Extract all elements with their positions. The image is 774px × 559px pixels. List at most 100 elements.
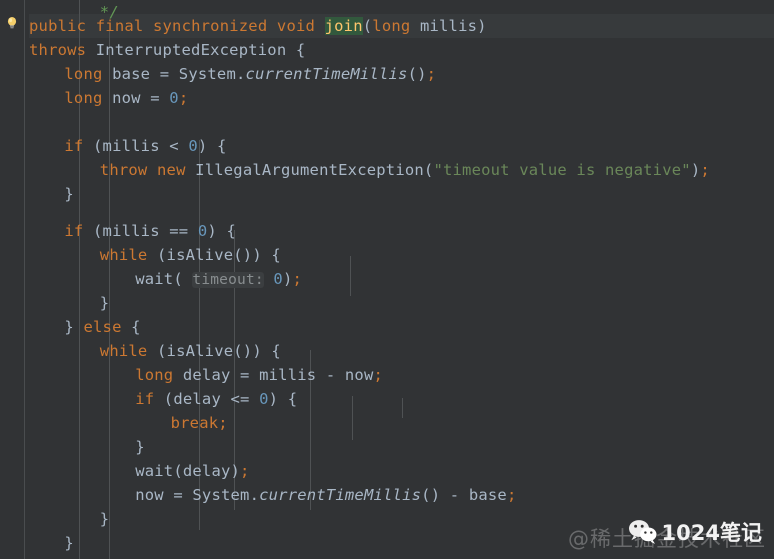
code-token: } bbox=[64, 318, 84, 336]
code-line[interactable]: } bbox=[29, 182, 74, 206]
code-token: long bbox=[64, 65, 103, 83]
code-token: if bbox=[135, 390, 155, 408]
code-token: } bbox=[64, 534, 74, 552]
code-line[interactable]: wait( timeout: 0); bbox=[29, 267, 302, 291]
code-token: (millis == bbox=[83, 222, 198, 240]
gutter-separator bbox=[24, 0, 25, 559]
code-line[interactable]: if (millis < 0) { bbox=[29, 134, 226, 158]
code-token: public bbox=[29, 17, 87, 35]
code-token: if bbox=[64, 222, 84, 240]
code-token: 0 bbox=[197, 222, 208, 240]
code-token: ; bbox=[700, 161, 710, 179]
code-token: } bbox=[99, 294, 110, 312]
code-token: 0 bbox=[169, 89, 179, 107]
code-line[interactable]: now = System.currentTimeMillis() - base; bbox=[29, 483, 517, 507]
code-token: () bbox=[407, 65, 427, 83]
code-line[interactable]: } else { bbox=[29, 315, 141, 339]
code-editor[interactable]: */public final synchronized void join(lo… bbox=[0, 0, 774, 559]
editor-gutter[interactable] bbox=[0, 0, 24, 559]
code-token: synchronized bbox=[152, 17, 268, 35]
code-token: new bbox=[157, 161, 186, 179]
account-watermark-label: 1024笔记 bbox=[661, 521, 762, 545]
code-text-area[interactable]: */public final synchronized void join(lo… bbox=[0, 0, 774, 559]
code-token: ; bbox=[506, 486, 517, 504]
code-token: wait( bbox=[135, 270, 193, 288]
code-token: (millis < bbox=[83, 137, 189, 155]
code-line[interactable]: } bbox=[29, 555, 39, 559]
account-watermark: 1024笔记 bbox=[628, 517, 762, 547]
code-token: throws bbox=[29, 41, 87, 59]
code-token: 0 bbox=[188, 137, 198, 155]
code-line[interactable]: public final synchronized void join(long… bbox=[29, 14, 487, 38]
code-line[interactable]: while (isAlive()) { bbox=[29, 339, 281, 363]
code-token: 0 bbox=[273, 270, 283, 288]
code-line[interactable] bbox=[29, 110, 64, 134]
code-token: long bbox=[64, 89, 103, 107]
code-line[interactable]: long base = System.currentTimeMillis(); bbox=[29, 62, 436, 86]
code-token: base = System. bbox=[102, 65, 246, 83]
code-line[interactable]: } bbox=[29, 531, 74, 555]
wechat-logo-icon bbox=[628, 519, 658, 545]
code-line[interactable]: if (millis == 0) { bbox=[29, 219, 236, 243]
code-token: void bbox=[276, 17, 316, 35]
code-token: { bbox=[121, 318, 141, 336]
code-token: (isAlive()) { bbox=[147, 246, 281, 264]
code-token: currentTimeMillis bbox=[245, 65, 408, 83]
code-token: ; bbox=[178, 89, 189, 107]
code-token: ; bbox=[218, 414, 228, 432]
code-token: ( bbox=[362, 17, 373, 35]
code-token: join bbox=[324, 17, 363, 35]
code-line[interactable]: throw new IllegalArgumentException("time… bbox=[29, 158, 710, 182]
code-line[interactable]: throws InterruptedException { bbox=[29, 38, 305, 62]
code-token: if bbox=[64, 137, 84, 155]
code-token: ; bbox=[426, 65, 437, 83]
code-line[interactable]: if (delay <= 0) { bbox=[29, 387, 297, 411]
code-token: (isAlive()) { bbox=[147, 342, 281, 360]
code-token: wait(delay) bbox=[135, 462, 241, 480]
code-token: throw bbox=[99, 161, 148, 179]
code-line[interactable]: break; bbox=[29, 411, 228, 435]
code-token: 0 bbox=[259, 390, 269, 408]
code-token: IllegalArgumentException( bbox=[185, 161, 434, 179]
code-token: delay = millis - now bbox=[173, 366, 374, 384]
code-token: } bbox=[99, 510, 110, 528]
code-line[interactable]: while (isAlive()) { bbox=[29, 243, 281, 267]
code-token: ) { bbox=[207, 222, 237, 240]
code-token: long bbox=[135, 366, 174, 384]
code-token: currentTimeMillis bbox=[259, 486, 422, 504]
code-token: ; bbox=[292, 270, 303, 288]
code-token: now = System. bbox=[135, 486, 260, 504]
code-token: (delay <= bbox=[154, 390, 260, 408]
code-token: else bbox=[83, 318, 122, 336]
code-token: ) bbox=[690, 161, 701, 179]
code-token: final bbox=[95, 17, 144, 35]
code-line[interactable]: long delay = millis - now; bbox=[29, 363, 383, 387]
code-token: } bbox=[64, 185, 74, 203]
code-line[interactable]: } bbox=[29, 507, 109, 531]
code-line[interactable]: } bbox=[29, 291, 109, 315]
code-token: InterruptedException { bbox=[86, 41, 306, 59]
code-token: ) { bbox=[268, 390, 298, 408]
code-token: millis) bbox=[410, 17, 487, 35]
code-token: ) { bbox=[197, 137, 227, 155]
code-token: } bbox=[135, 438, 145, 456]
code-line[interactable]: } bbox=[29, 435, 145, 459]
code-line[interactable]: wait(delay); bbox=[29, 459, 250, 483]
code-token: () - base bbox=[421, 486, 507, 504]
code-token: while bbox=[99, 342, 148, 360]
code-token: ; bbox=[240, 462, 250, 480]
lightbulb-intention-icon[interactable] bbox=[4, 15, 20, 31]
code-token: timeout: bbox=[192, 272, 264, 288]
code-token: while bbox=[99, 246, 148, 264]
code-token: ; bbox=[373, 366, 384, 384]
code-token: long bbox=[372, 17, 411, 35]
code-token: break bbox=[170, 414, 219, 432]
code-line[interactable]: long now = 0; bbox=[29, 86, 188, 110]
code-token: now = bbox=[102, 89, 170, 107]
